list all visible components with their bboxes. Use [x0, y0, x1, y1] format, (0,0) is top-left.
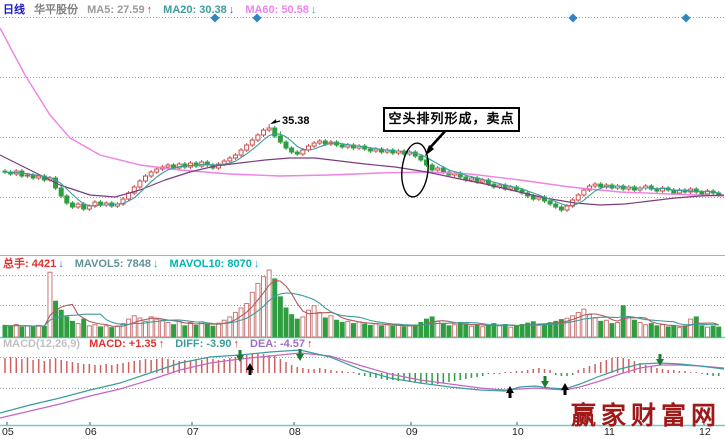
event-diamond-icon [568, 13, 577, 22]
volume-header: 总手: 4421↓ MAVOL5: 7848↓ MAVOL10: 8070↓ [3, 255, 267, 271]
peak-price-label: 35.38 [282, 115, 310, 127]
candles-layer [3, 124, 721, 212]
sell-arrow-icon [541, 376, 549, 388]
buy-arrow-icon [506, 386, 514, 398]
diff-value: DIFF: -3.90 [175, 338, 231, 350]
volume-value: 总手: 4421 [3, 258, 56, 270]
mavol10-arrow-icon: ↓ [254, 258, 260, 270]
annotation-text: 空头排列形成，卖点 [388, 112, 514, 127]
annotation-shapes [399, 129, 447, 198]
macd-header: MACD(12,26,9) MACD: +1.35↑ DIFF: -3.90↑ … [3, 338, 321, 350]
dea-arrow-icon: ↑ [307, 338, 313, 350]
macd-value: MACD: +1.35 [89, 338, 157, 350]
axis-label: 05 [2, 426, 14, 438]
mavol5-arrow-icon: ↓ [153, 258, 159, 270]
event-diamond-icon [681, 13, 690, 22]
volume-layer [3, 270, 721, 337]
dea-value: DEA: -4.57 [250, 338, 305, 350]
volume-arrow-icon: ↓ [58, 258, 64, 270]
period-label: 日线 [3, 4, 25, 16]
axis-label: 06 [85, 426, 97, 438]
diff-arrow-icon: ↑ [233, 338, 239, 350]
ma5-arrow-icon: ↑ [147, 4, 153, 16]
axis-label: 10 [512, 426, 524, 438]
buy-arrow-icon [561, 383, 569, 395]
ma5-value: MA5: 27.59 [87, 4, 144, 16]
chart-canvas[interactable] [0, 0, 725, 439]
sell-arrow-icon [236, 350, 244, 362]
mavol5-value: MAVOL5: 7848 [75, 258, 151, 270]
ma20-arrow-icon: ↓ [229, 4, 235, 16]
ma-lines-layer [0, 28, 724, 206]
peak-pointer [270, 119, 280, 124]
axis-label: 08 [289, 426, 301, 438]
axis-label: 07 [187, 426, 199, 438]
macd-arrow-icon: ↑ [159, 338, 165, 350]
stock-name: 华平股份 [34, 4, 78, 16]
axis-label: 09 [406, 426, 418, 438]
mavol10-value: MAVOL10: 8070 [170, 258, 252, 270]
signal-arrows [236, 349, 664, 398]
ma60-value: MA60: 50.58 [245, 4, 309, 16]
kline-header: 日线 华平股份 MA5: 27.59↑ MA20: 30.38↓ MA60: 5… [3, 1, 324, 17]
annotation-callout: 空头排列形成，卖点 [383, 107, 520, 132]
watermark: 赢家财富网 [571, 396, 721, 432]
sell-arrow-icon [656, 354, 664, 366]
stock-chart-app: 日线 华平股份 MA5: 27.59↑ MA20: 30.38↓ MA60: 5… [0, 0, 725, 439]
macd-params: MACD(12,26,9) [3, 338, 80, 350]
ma20-value: MA20: 30.38 [163, 4, 227, 16]
ma60-arrow-icon: ↓ [311, 4, 317, 16]
